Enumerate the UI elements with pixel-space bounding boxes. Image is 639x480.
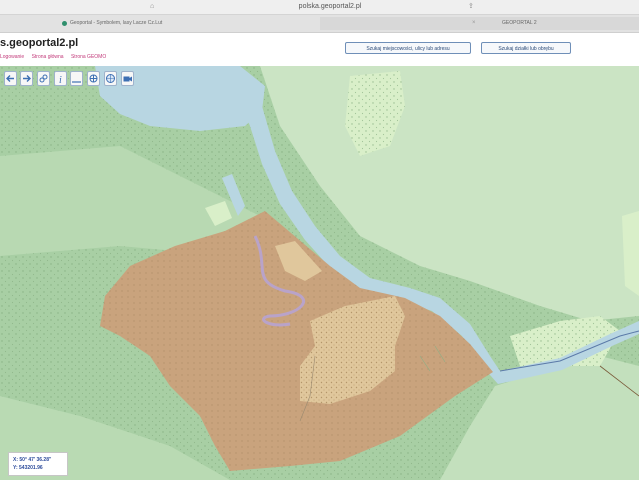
search-place-button[interactable]: Szukaj miejscowości, ulicy lub adresu	[345, 42, 471, 54]
search-parcel-button[interactable]: Szukaj działki lub obrębu	[481, 42, 571, 54]
globe-icon[interactable]	[104, 71, 117, 86]
svg-text:i: i	[59, 75, 62, 85]
nav-link-geomo[interactable]: Strona GEOMO	[71, 54, 106, 60]
camera-icon[interactable]	[121, 71, 134, 86]
nav-link-login[interactable]: Logowanie	[0, 54, 24, 60]
coord-y: Y: 543201.96	[13, 465, 43, 471]
measure-icon[interactable]	[70, 71, 83, 86]
header-nav: Logowanie Strona główna Strona GEOMO	[0, 54, 112, 60]
tab-favicon-icon	[62, 21, 67, 26]
coordinates-readout: X: 50° 47' 36.28" Y: 543201.96	[8, 452, 68, 476]
browser-tab-1[interactable]: Geoportal - Symbolem, lasy Lacze Cz.Lut	[62, 17, 302, 30]
print-icon[interactable]	[87, 71, 100, 86]
nav-link-home[interactable]: Strona główna	[32, 54, 64, 60]
browser-tab-bar: Geoportal - Symbolem, lasy Lacze Cz.Lut …	[0, 15, 639, 33]
map-canvas[interactable]	[0, 66, 639, 480]
tab-close-icon[interactable]: ×	[472, 17, 476, 30]
browser-tab-2[interactable]: × GEOPORTAL 2	[320, 17, 639, 30]
share-icon[interactable]: ⇪	[468, 1, 474, 12]
url-text[interactable]: polska.geoportal2.pl	[260, 1, 400, 12]
tab-label: GEOPORTAL 2	[502, 20, 537, 26]
site-header: s.geoportal2.pl Logowanie Strona główna …	[0, 33, 639, 67]
browser-address-bar[interactable]: ⌂ polska.geoportal2.pl ⇪	[0, 0, 639, 15]
info-icon[interactable]: i	[54, 71, 67, 86]
coord-x: X: 50° 47' 36.28"	[13, 457, 52, 463]
tab-label: Geoportal - Symbolem, lasy Lacze Cz.Lut	[70, 20, 163, 26]
link-icon[interactable]	[37, 71, 50, 86]
site-title[interactable]: s.geoportal2.pl	[0, 37, 78, 49]
pan-left-icon[interactable]	[4, 71, 17, 86]
lock-icon: ⌂	[150, 3, 155, 10]
pan-right-icon[interactable]	[20, 71, 33, 86]
